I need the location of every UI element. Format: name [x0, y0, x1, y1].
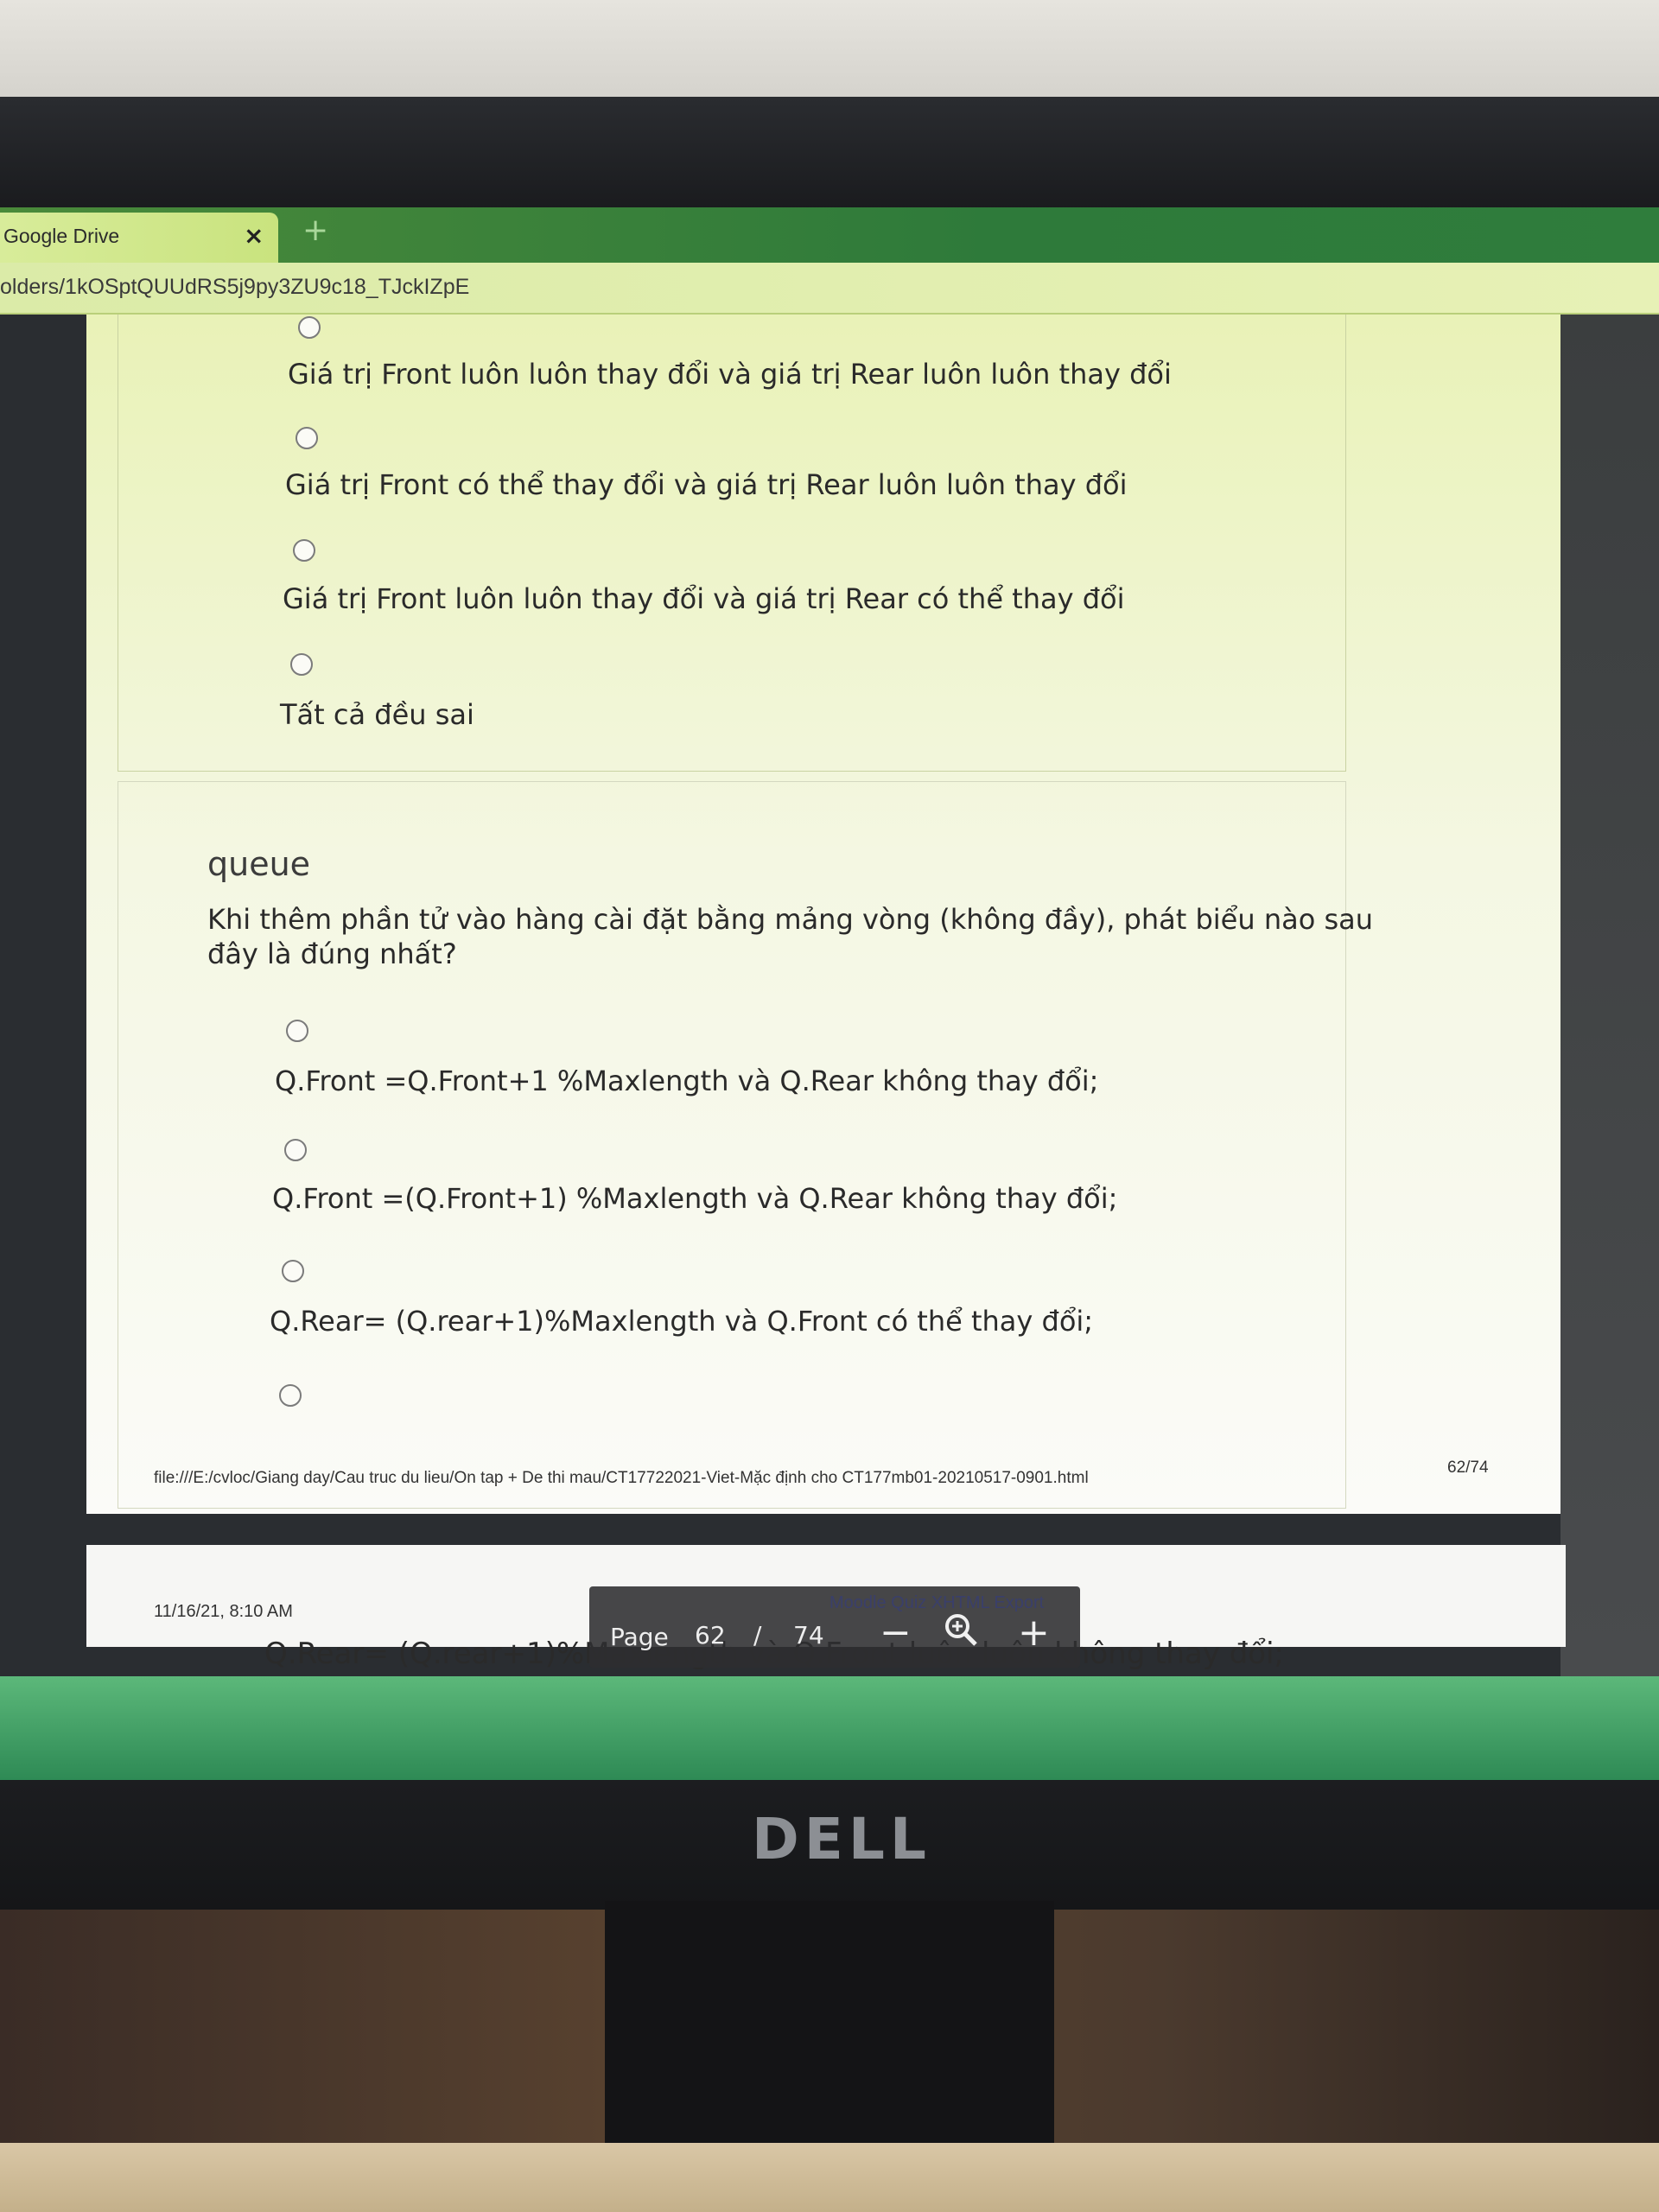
radio-button[interactable] — [282, 1260, 304, 1282]
option-label: Tất cả đều sai — [280, 698, 474, 731]
option-label: Giá trị Front có thể thay đổi và giá trị… — [285, 468, 1128, 501]
browser-tab-bar: Google Drive × + — [0, 207, 1659, 263]
zoom-in-button[interactable]: + — [1018, 1611, 1050, 1655]
question-category: queue — [207, 845, 311, 883]
option-label: Q.Front =Q.Front+1 %Maxlength và Q.Rear … — [275, 1065, 1099, 1097]
question-text: Khi thêm phần tử vào hàng cài đặt bằng m… — [207, 903, 1374, 970]
url-text: olders/1kOSptQUUdRS5j9py3ZU9c18_TJckIZpE — [0, 275, 470, 299]
radio-button[interactable] — [290, 653, 313, 676]
page-footer-count: 62/74 — [1447, 1459, 1489, 1477]
monitor-brand-logo: DELL — [752, 1806, 931, 1872]
pdf-viewer: Giá trị Front luôn luôn thay đổi và giá … — [0, 315, 1659, 1754]
page-navigation-toolbar: Moodle Quiz XHTML Export Page 62 / 74 − … — [589, 1586, 1080, 1668]
radio-button[interactable] — [286, 1020, 308, 1042]
page-header-date: 11/16/21, 8:10 AM — [154, 1602, 293, 1621]
ceiling-background — [0, 0, 1659, 104]
viewer-side-panel — [1560, 315, 1659, 1754]
zoom-icon[interactable] — [944, 1612, 978, 1656]
monitor-bezel-top — [0, 97, 1659, 209]
option-label: Q.Rear= (Q.rear+1)%Maxlength và Q.Front … — [270, 1305, 1094, 1338]
page-number-input[interactable]: 62 — [695, 1621, 726, 1649]
radio-button[interactable] — [298, 316, 321, 339]
tab-title: Google Drive — [3, 225, 120, 247]
radio-button[interactable] — [293, 539, 315, 562]
page-separator: / — [753, 1621, 762, 1649]
page-label: Page — [610, 1623, 669, 1651]
radio-button[interactable] — [279, 1384, 302, 1407]
monitor-green-reflection — [0, 1676, 1659, 1780]
tab-google-drive[interactable]: Google Drive × — [0, 213, 278, 263]
option-label: Giá trị Front luôn luôn thay đổi và giá … — [283, 582, 1125, 615]
close-icon[interactable]: × — [244, 221, 264, 250]
option-label: Q.Front =(Q.Front+1) %Maxlength và Q.Rea… — [272, 1182, 1118, 1215]
desk-surface — [0, 2143, 1659, 2212]
toolbar-brand: Moodle Quiz XHTML Export — [830, 1593, 1045, 1612]
radio-button[interactable] — [284, 1139, 307, 1161]
option-label: Giá trị Front luôn luôn thay đổi và giá … — [288, 358, 1172, 391]
radio-button[interactable] — [296, 427, 318, 449]
page-footer-path: file:///E:/cvloc/Giang day/Cau truc du l… — [154, 1469, 1089, 1487]
monitor-screen: Google Drive × + olders/1kOSptQUUdRS5j9p… — [0, 207, 1659, 1754]
zoom-out-button[interactable]: − — [880, 1611, 912, 1655]
total-pages: 74 — [793, 1621, 824, 1649]
new-tab-icon[interactable]: + — [302, 213, 328, 248]
address-bar[interactable]: olders/1kOSptQUUdRS5j9py3ZU9c18_TJckIZpE — [0, 263, 1659, 315]
